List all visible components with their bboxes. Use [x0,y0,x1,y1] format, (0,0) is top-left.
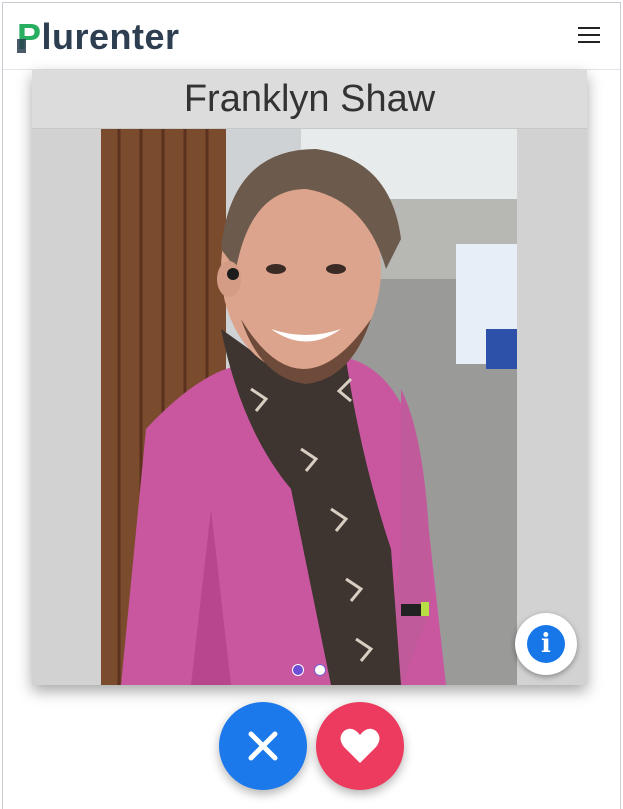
menu-line [578,34,600,36]
menu-icon[interactable] [578,27,600,45]
menu-line [578,41,600,43]
heart-icon [340,728,380,763]
photo-pagination [101,664,517,676]
profile-name: Franklyn Shaw [32,70,587,129]
brand-name: lurenter [41,16,180,57]
info-icon: i [527,625,565,663]
profile-card: Franklyn Shaw i [32,70,587,685]
reject-button[interactable] [219,702,307,790]
photo-dot-2[interactable] [314,664,326,676]
like-button[interactable] [316,702,404,790]
close-icon [248,731,278,761]
profile-photo-image [101,129,517,685]
menu-line [578,27,600,29]
info-button[interactable]: i [515,613,577,675]
brand-logo[interactable]: Plurenter [17,17,180,57]
profile-photo[interactable] [101,129,517,685]
photo-dot-1[interactable] [292,664,304,676]
brand-initial: P [17,16,42,57]
navbar: Plurenter [3,3,620,70]
